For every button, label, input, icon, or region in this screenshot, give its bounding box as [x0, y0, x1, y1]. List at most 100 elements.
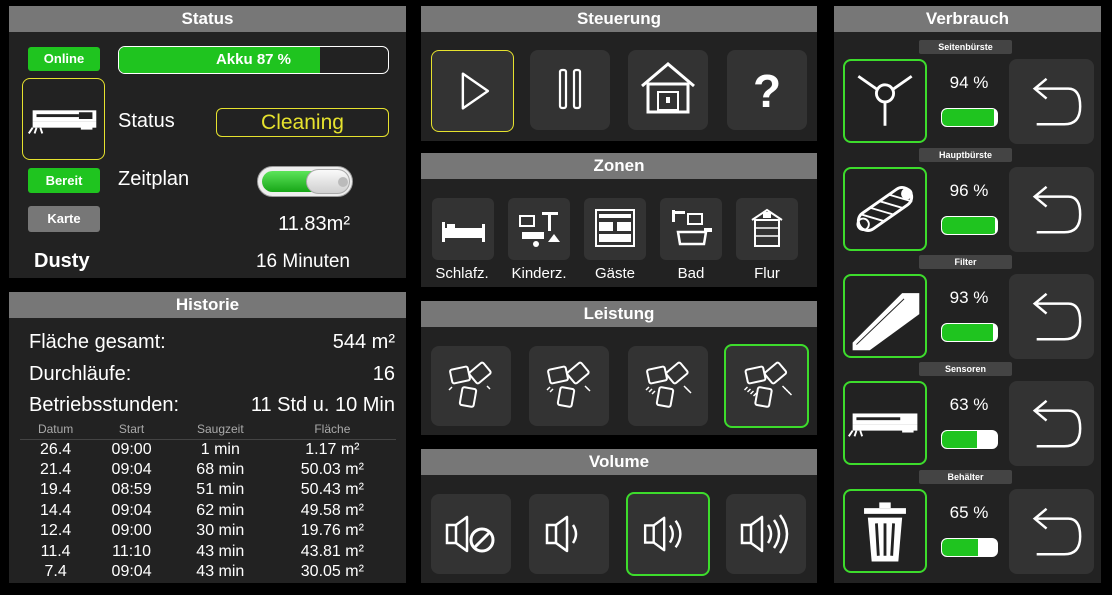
table-cell: 11.4	[40, 542, 71, 560]
consumable-label: Behälter	[919, 470, 1012, 484]
consumable-bar-fill	[942, 431, 977, 448]
total-area-value: 544 m²	[332, 331, 395, 353]
consumable-bar-fill	[942, 217, 995, 234]
map-button[interactable]: Karte	[28, 206, 100, 232]
table-cell: 14.4	[40, 501, 72, 519]
consumable-bar-fill	[942, 324, 994, 341]
zone-bath-button[interactable]	[660, 198, 722, 260]
consumable-icon-box	[843, 381, 927, 465]
consumable-icon-box	[843, 274, 927, 358]
consumable-percent: 94 %	[949, 73, 989, 92]
consumable-percent: 65 %	[949, 503, 989, 522]
home-button[interactable]	[628, 50, 708, 130]
bed-icon	[442, 222, 485, 242]
table-cell: 09:04	[111, 563, 152, 581]
table-cell: 21.4	[40, 460, 72, 478]
volume-high-button[interactable]	[726, 494, 806, 574]
hours-label: Betriebsstunden:	[29, 394, 180, 416]
table-cell: 43 min	[196, 563, 245, 581]
status-title: Status	[9, 6, 406, 32]
duration-value: 16 Minuten	[255, 251, 350, 272]
volume-low-icon	[545, 515, 578, 553]
volume-mute-icon	[445, 515, 495, 553]
bath-icon	[672, 210, 712, 246]
runs-value: 16	[372, 363, 395, 385]
volume-mid-button[interactable]	[626, 492, 710, 576]
zone-label: Flur	[754, 265, 780, 282]
consumption-title: Verbrauch	[834, 6, 1101, 32]
power-level-1-button[interactable]	[431, 346, 511, 426]
area-value: 11.83m²	[278, 213, 350, 235]
table-cell: 09:04	[111, 460, 152, 478]
zone-bedroom-button[interactable]	[432, 198, 494, 260]
consumable-percent: 93 %	[949, 288, 989, 307]
table-cell: 7.4	[44, 563, 67, 581]
consumable-reset-button[interactable]	[1009, 274, 1094, 359]
filter-icon	[852, 293, 920, 351]
zone-kidsroom-button[interactable]	[508, 198, 570, 260]
consumable-reset-button[interactable]	[1009, 381, 1094, 466]
table-cell: 19.4	[40, 481, 72, 499]
status-label: Status	[118, 110, 175, 132]
consumable-icon-box	[843, 489, 927, 573]
zone-guests-button[interactable]	[584, 198, 646, 260]
power-level-2-button[interactable]	[529, 346, 609, 426]
consumable-bar	[941, 430, 998, 449]
wardrobe-icon	[595, 209, 635, 247]
robot-icon	[27, 110, 97, 134]
volume-low-button[interactable]	[529, 494, 609, 574]
robot-button[interactable]	[22, 78, 105, 160]
table-row: 7.4 09:04 43 min 30.05 m²	[20, 562, 396, 583]
table-cell: 50.43 m²	[300, 481, 364, 499]
table-cell: 30.05 m²	[300, 563, 364, 581]
volume-high-icon	[740, 514, 789, 554]
col-date: Datum	[20, 420, 92, 440]
zone-label: Gäste	[594, 265, 636, 282]
table-cell: 68 min	[196, 460, 245, 478]
consumable-bar	[941, 216, 998, 235]
volume-mid-icon	[643, 516, 682, 552]
help-button[interactable]: ?	[727, 50, 807, 130]
table-row: 26.4 09:00 1 min 1.17 m²	[20, 439, 396, 460]
schedule-toggle[interactable]	[257, 166, 353, 197]
consumable-percent: 63 %	[949, 395, 989, 414]
status-value: Cleaning	[216, 108, 389, 137]
online-badge: Online	[28, 47, 100, 71]
pause-button[interactable]	[530, 50, 610, 130]
consumable-reset-button[interactable]	[1009, 167, 1094, 252]
table-cell: 12.4	[40, 522, 72, 540]
table-cell: 09:00	[111, 522, 152, 540]
toggle-dot	[338, 177, 348, 187]
consumable-bar	[941, 538, 998, 557]
hours-value: 11 Std u. 10 Min	[250, 394, 395, 416]
consumable-bar	[941, 323, 998, 342]
reset-arrow-icon	[1032, 185, 1082, 234]
consumable-reset-button[interactable]	[1009, 59, 1094, 144]
col-area: Fläche	[268, 420, 396, 440]
play-button[interactable]	[431, 50, 514, 132]
col-start: Start	[91, 420, 172, 440]
total-area-label: Fläche gesamt:	[29, 331, 166, 353]
main-brush-icon	[856, 186, 914, 232]
zone-hall-button[interactable]	[736, 198, 798, 260]
consumable-icon-box	[843, 59, 927, 143]
zone-label: Bad	[677, 265, 705, 282]
power-level-4-button[interactable]	[724, 344, 809, 428]
robot-name: Dusty	[34, 250, 90, 272]
table-cell: 43 min	[196, 542, 245, 560]
fan-speed-icon	[448, 361, 492, 408]
runs-label: Durchläufe:	[29, 363, 132, 385]
reset-arrow-icon	[1032, 77, 1082, 126]
consumable-label: Filter	[919, 255, 1012, 269]
battery-bar: Akku 87 %	[118, 46, 389, 74]
table-cell: 26.4	[40, 440, 72, 458]
volume-mute-button[interactable]	[431, 494, 511, 574]
schedule-label: Zeitplan	[118, 168, 190, 190]
power-level-3-button[interactable]	[628, 346, 708, 426]
table-cell: 30 min	[196, 522, 245, 540]
kidsroom-icon	[519, 212, 560, 247]
table-row: 19.4 08:59 51 min 50.43 m²	[20, 480, 396, 501]
consumable-reset-button[interactable]	[1009, 489, 1094, 574]
fan-speed-icon	[546, 361, 591, 408]
table-cell: 62 min	[196, 501, 245, 519]
